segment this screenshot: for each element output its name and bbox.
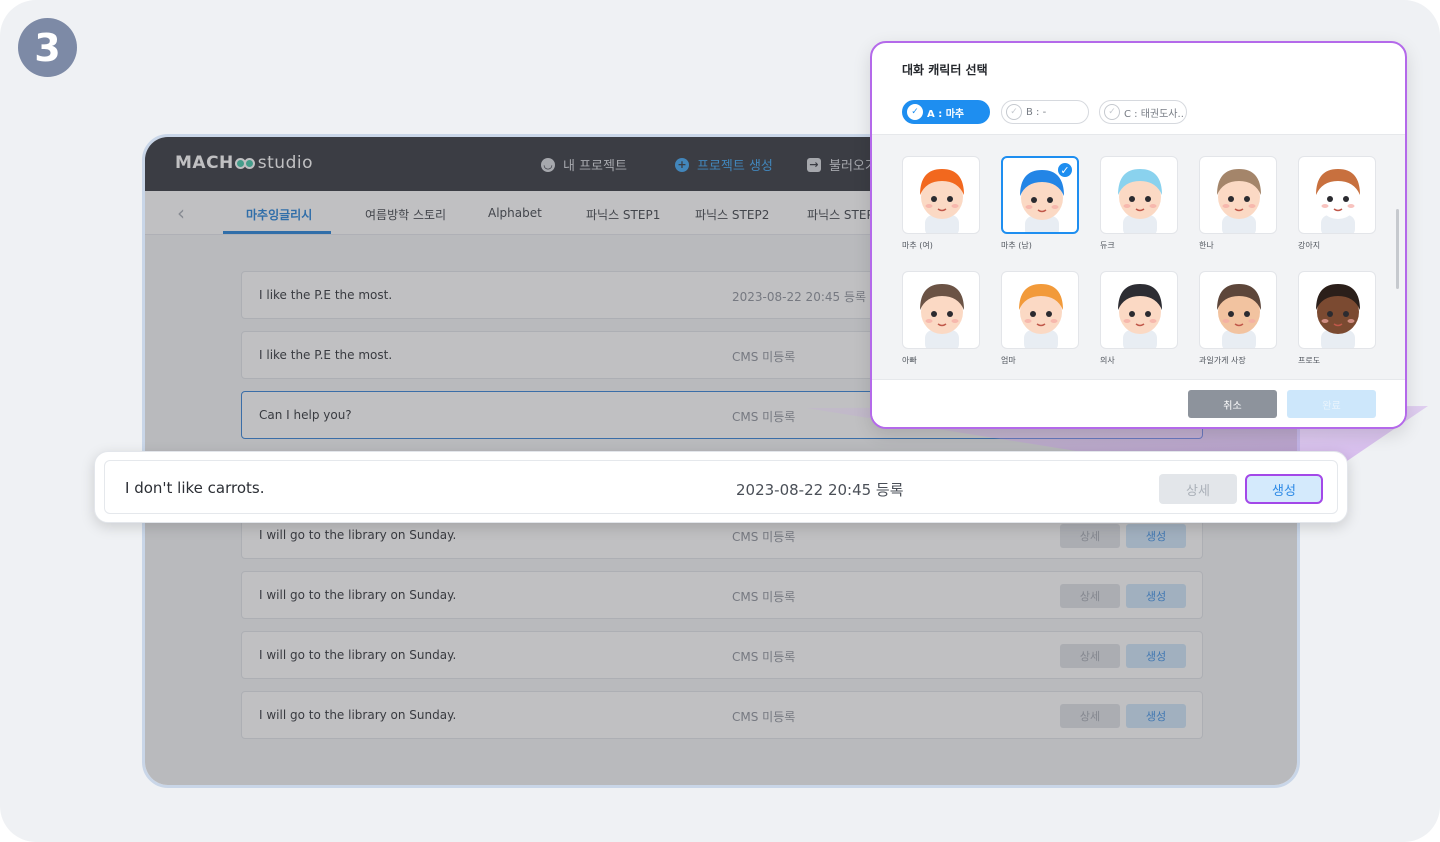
character-name: 의사 (1100, 356, 1115, 365)
character-card[interactable] (1199, 156, 1277, 234)
character-avatar-icon (1316, 169, 1360, 233)
character-avatar-icon (1118, 284, 1162, 348)
character-name: 프로도 (1298, 356, 1321, 365)
speaker-chip-a[interactable]: ✓ A : 마추 (902, 100, 990, 124)
character-card[interactable] (902, 271, 980, 349)
done-button[interactable]: 완료 (1287, 390, 1376, 418)
character-card[interactable] (1100, 156, 1178, 234)
character-avatar-icon (1217, 284, 1261, 348)
character-card[interactable] (902, 156, 980, 234)
zoomed-create-button[interactable]: 생성 (1245, 474, 1323, 504)
character-name: 강아지 (1298, 241, 1321, 250)
character-name: 마추 (남) (1001, 241, 1032, 250)
step-number-badge: 3 (18, 18, 77, 77)
character-name: 과일가게 사장 (1199, 356, 1246, 365)
character-avatar-icon (1217, 169, 1261, 233)
check-circle-icon: ✓ (907, 104, 923, 120)
speaker-chip-c[interactable]: ✓ C : 태권도사.. (1099, 100, 1187, 124)
character-select-dialog: 대화 캐릭터 선택 ✓ A : 마추 ✓ B : - ✓ C : 태권도사.. … (870, 41, 1407, 429)
character-card[interactable] (1298, 156, 1376, 234)
zoomed-row-date: 2023-08-22 20:45 등록 (736, 481, 904, 499)
character-card[interactable]: ✓ (1001, 156, 1079, 234)
character-avatar-icon (1316, 284, 1360, 348)
character-avatar-icon (1118, 169, 1162, 233)
character-avatar-icon (920, 169, 964, 233)
grid-scrollbar[interactable] (1396, 209, 1399, 289)
character-name: 한나 (1199, 241, 1214, 250)
selected-check-icon: ✓ (1056, 161, 1074, 179)
character-card[interactable] (1199, 271, 1277, 349)
dialog-footer: 취소 완료 (872, 381, 1405, 427)
check-circle-icon: ✓ (1104, 104, 1120, 120)
cancel-button[interactable]: 취소 (1188, 390, 1277, 418)
character-avatar-icon (920, 284, 964, 348)
speaker-chip-label: C : 태권도사.. (1124, 108, 1184, 120)
zoomed-row-inner (104, 460, 1338, 514)
speaker-chip-row: ✓ A : 마추 ✓ B : - ✓ C : 태권도사.. (872, 98, 1405, 136)
check-circle-icon: ✓ (1006, 104, 1022, 120)
speaker-chip-label: B : - (1026, 106, 1047, 118)
speaker-chip-label: A : 마추 (927, 108, 965, 120)
zoomed-row-sentence: I don't like carrots. (125, 479, 265, 497)
zoomed-detail-button[interactable]: 상세 (1159, 474, 1237, 504)
character-name: 엄마 (1001, 356, 1016, 365)
dialog-title: 대화 캐릭터 선택 (902, 63, 988, 77)
character-card[interactable] (1100, 271, 1178, 349)
tutorial-stage: 3 MACH studio ◡ 내 프로젝트 + 프로젝트 생성 → 불러오기 … (0, 0, 1440, 842)
character-name: 듀크 (1100, 241, 1115, 250)
character-name: 마추 (여) (902, 241, 933, 250)
speaker-chip-b[interactable]: ✓ B : - (1001, 100, 1089, 124)
character-card[interactable] (1001, 271, 1079, 349)
zoomed-sentence-row[interactable]: I don't like carrots. 2023-08-22 20:45 등… (94, 451, 1348, 523)
character-card[interactable] (1298, 271, 1376, 349)
character-name: 아빠 (902, 356, 917, 365)
character-grid: 마추 (여) ✓ 마추 (남) 듀크 한나 강아지아빠 엄마 의사 과일가게 사장 프로도 (872, 134, 1405, 380)
character-avatar-icon (1019, 284, 1063, 348)
